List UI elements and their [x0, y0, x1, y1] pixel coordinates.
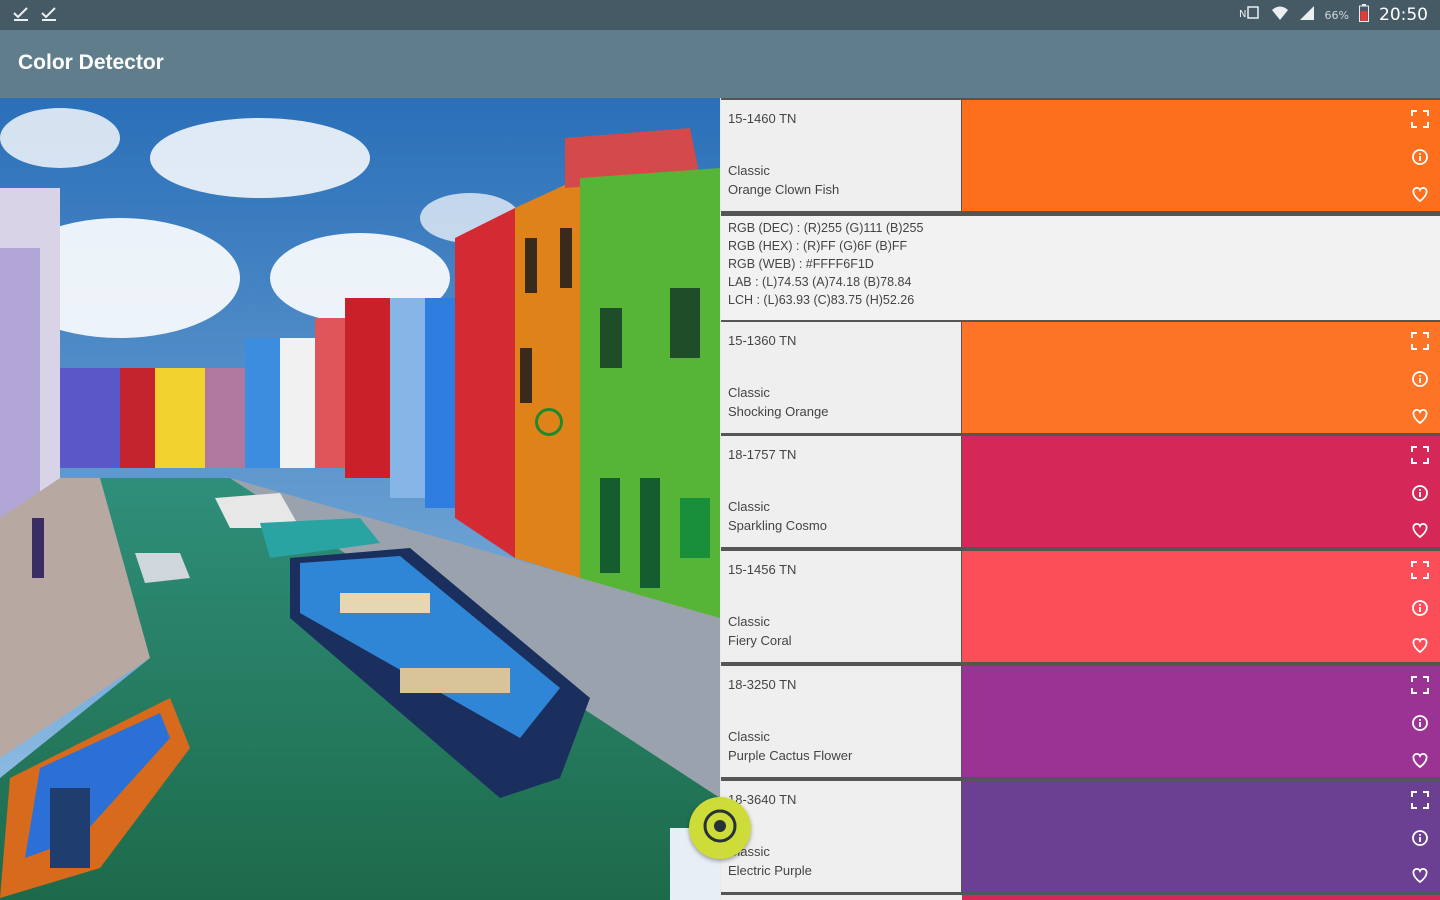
lab-value: LAB : (L)74.53 (A)74.18 (B)78.84 — [728, 275, 912, 289]
pantone-code: 15-1460 TN — [728, 111, 797, 126]
download-done-icon — [12, 4, 30, 26]
battery-icon — [1359, 4, 1369, 26]
color-label-box: 18-3250 TN Classic Purple Cactus Flower — [721, 666, 961, 777]
color-book: Classic — [728, 729, 770, 744]
rgb-hex-value: RGB (HEX) : (R)FF (G)6F (B)FF — [728, 239, 908, 253]
color-match-row[interactable]: 18-3250 TN Classic Purple Cactus Flower — [721, 666, 1440, 777]
color-name: Fiery Coral — [728, 633, 792, 648]
color-match-row[interactable]: 18-1757 TN Classic Sparkling Cosmo — [721, 436, 1440, 547]
detect-color-button[interactable] — [689, 797, 751, 859]
color-label-box: 15-1456 TN Classic Fiery Coral — [721, 551, 961, 662]
color-match-row[interactable] — [721, 895, 1440, 900]
color-book: Classic — [728, 614, 770, 629]
info-icon[interactable] — [1411, 714, 1429, 732]
fullscreen-icon[interactable] — [1411, 110, 1429, 128]
color-swatch — [962, 551, 1440, 662]
color-name: Electric Purple — [728, 863, 812, 878]
svg-text:N: N — [1239, 9, 1246, 20]
color-match-list: 15-1460 TN Classic Orange Clown Fish RGB… — [721, 98, 1440, 900]
info-icon[interactable] — [1411, 599, 1429, 617]
color-label-box: 18-3640 TN Classic Electric Purple — [721, 781, 961, 892]
color-picker-marker[interactable] — [535, 408, 563, 436]
color-swatch — [962, 100, 1440, 211]
color-details: RGB (DEC) : (R)255 (G)111 (B)255 RGB (HE… — [721, 216, 1440, 320]
signal-icon — [1299, 5, 1315, 25]
info-icon[interactable] — [1411, 370, 1429, 388]
pantone-code: 18-1757 TN — [728, 447, 797, 462]
color-swatch — [962, 322, 1440, 433]
color-swatch — [962, 436, 1440, 547]
color-name: Sparkling Cosmo — [728, 518, 827, 533]
lch-value: LCH : (L)63.93 (C)83.75 (H)52.26 — [728, 293, 915, 307]
fullscreen-icon[interactable] — [1411, 446, 1429, 464]
color-book: Classic — [728, 499, 770, 514]
app-bar: Color Detector — [0, 30, 1440, 98]
info-icon[interactable] — [1411, 829, 1429, 847]
app-title: Color Detector — [18, 51, 164, 74]
favorite-icon[interactable] — [1411, 751, 1429, 769]
color-match-row[interactable]: 15-1360 TN Classic Shocking Orange — [721, 322, 1440, 433]
fullscreen-icon[interactable] — [1411, 791, 1429, 809]
color-label-box: 18-1757 TN Classic Sparkling Cosmo — [721, 436, 961, 547]
color-label-box: 15-1460 TN Classic Orange Clown Fish — [721, 100, 961, 211]
favorite-icon[interactable] — [1411, 521, 1429, 539]
favorite-icon[interactable] — [1411, 866, 1429, 884]
color-match-row[interactable]: 18-3640 TN Classic Electric Purple — [721, 781, 1440, 892]
color-match-row[interactable]: 15-1460 TN Classic Orange Clown Fish RGB… — [721, 100, 1440, 320]
fullscreen-icon[interactable] — [1411, 561, 1429, 579]
camera-image[interactable] — [0, 98, 720, 900]
color-match-row[interactable]: 15-1456 TN Classic Fiery Coral — [721, 551, 1440, 662]
clock: 20:50 — [1379, 5, 1428, 25]
favorite-icon[interactable] — [1411, 636, 1429, 654]
pantone-code: 18-3250 TN — [728, 677, 797, 692]
favorite-icon[interactable] — [1411, 407, 1429, 425]
battery-percent: 66% — [1324, 8, 1349, 22]
fullscreen-icon[interactable] — [1411, 332, 1429, 350]
color-book: Classic — [728, 163, 770, 178]
status-bar: N 66% 20:50 — [0, 0, 1440, 30]
download-done-icon — [40, 4, 58, 26]
color-name: Orange Clown Fish — [728, 182, 840, 197]
color-swatch — [962, 666, 1440, 777]
color-name: Purple Cactus Flower — [728, 748, 853, 763]
wifi-icon — [1271, 5, 1289, 25]
rgb-web-value: RGB (WEB) : #FFFF6F1D — [728, 257, 874, 271]
target-icon — [700, 806, 740, 850]
color-name: Shocking Orange — [728, 404, 829, 419]
canal-photo — [0, 98, 720, 900]
color-book: Classic — [728, 385, 770, 400]
rgb-dec-value: RGB (DEC) : (R)255 (G)111 (B)255 — [728, 221, 924, 235]
pantone-code: 15-1456 TN — [728, 562, 797, 577]
favorite-icon[interactable] — [1411, 185, 1429, 203]
pantone-code: 15-1360 TN — [728, 333, 797, 348]
info-icon[interactable] — [1411, 484, 1429, 502]
nfc-icon: N — [1239, 5, 1261, 25]
color-swatch — [962, 781, 1440, 892]
fullscreen-icon[interactable] — [1411, 676, 1429, 694]
info-icon[interactable] — [1411, 148, 1429, 166]
color-label-box: 15-1360 TN Classic Shocking Orange — [721, 322, 961, 433]
color-swatch — [962, 895, 1440, 900]
